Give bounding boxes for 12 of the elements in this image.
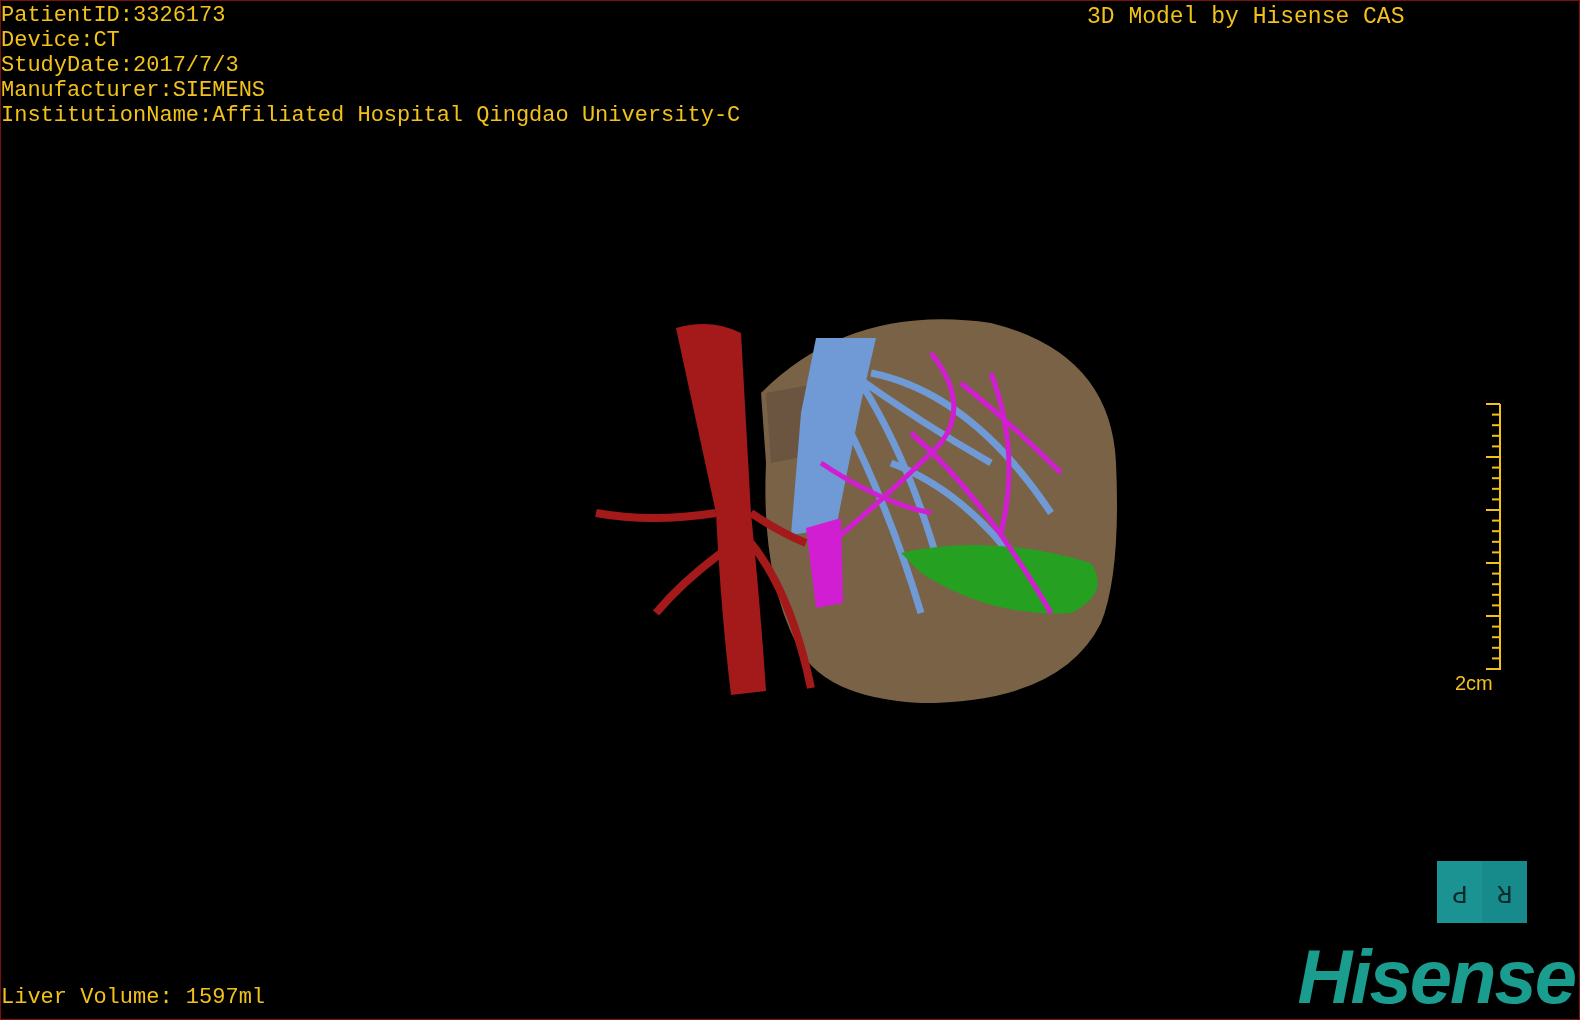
- scale-label: 2cm: [1455, 671, 1493, 695]
- liver-volume: Liver Volume: 1597ml: [1, 985, 266, 1011]
- model-caption: 3D Model by Hisense CAS: [1087, 3, 1405, 31]
- brand-logo: Hisense: [1297, 939, 1575, 1015]
- patient-info-line: PatientID:3326173: [1, 3, 227, 28]
- patient-info-line: InstitutionName:Affiliated Hospital Qingdao University-C: [1, 103, 741, 128]
- patient-info-line: Manufacturer:SIEMENS: [1, 78, 267, 103]
- patient-info-line: StudyDate:2017/7/3: [1, 53, 240, 78]
- orientation-cube[interactable]: P R: [1437, 861, 1527, 923]
- cube-face: R: [1482, 861, 1527, 923]
- cube-face: P: [1437, 861, 1482, 923]
- patient-info-line: Device:CT: [1, 28, 121, 53]
